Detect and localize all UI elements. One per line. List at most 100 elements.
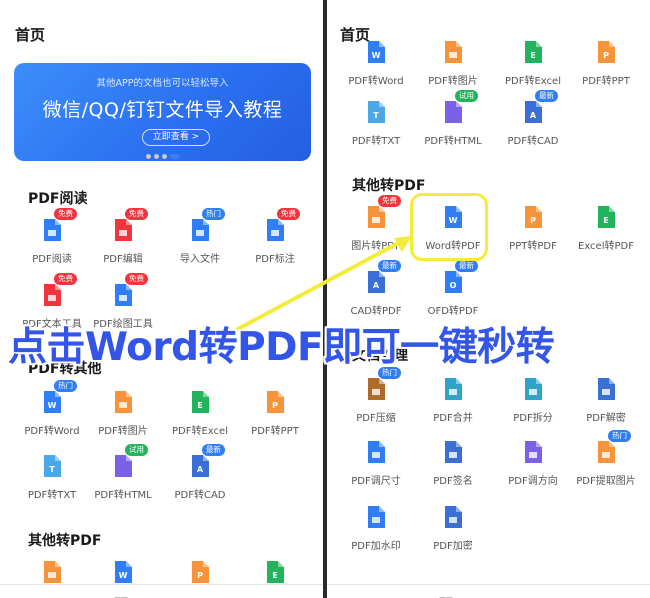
profile-nav-icon[interactable] [276, 591, 290, 598]
svg-text:W: W [48, 401, 57, 410]
edit-icon [113, 218, 133, 242]
tool-excel-pdf[interactable]: E Excel转PDF [566, 205, 646, 261]
carousel-dot [146, 154, 151, 159]
svg-text:W: W [372, 51, 381, 60]
tool-label: PDF转图片 [98, 426, 148, 437]
tool-word[interactable]: W PDF转Word [336, 40, 416, 96]
tool-label: PDF转Excel [505, 76, 561, 87]
tool-excel[interactable]: E PDF转Excel [493, 40, 573, 96]
word-to-pdf-highlight [410, 193, 488, 261]
tool-html[interactable]: 试用 PDF转HTML [83, 444, 163, 510]
tool-ppt[interactable]: P PDF转PPT [566, 40, 646, 96]
tool-badge: 免费 [125, 273, 148, 285]
tool-ppt-pdf[interactable]: P PPT转PDF [493, 205, 573, 261]
tools-nav-icon[interactable] [114, 591, 128, 598]
tool-badge: 免费 [54, 208, 77, 220]
book-icon [42, 218, 62, 242]
banner-subtitle: 其他APP的文档也可以轻松导入 [96, 78, 229, 89]
tools-nav-icon[interactable] [439, 591, 453, 598]
watermark-icon [366, 505, 386, 529]
txt-icon: T [42, 454, 62, 478]
tool-book[interactable]: 免费 PDF阅读 [12, 208, 92, 274]
extract-image-icon [596, 440, 616, 464]
tool-txt[interactable]: T PDF转TXT [336, 100, 416, 156]
import-icon [190, 218, 210, 242]
tool-edit[interactable]: 免费 PDF编辑 [83, 208, 163, 274]
tool-pin[interactable]: 免费 PDF标注 [235, 208, 315, 274]
svg-text:E: E [197, 401, 202, 410]
tool-label: PDF阅读 [32, 254, 72, 265]
svg-text:P: P [603, 51, 609, 60]
tool-label: PDF转Excel [172, 426, 228, 437]
svg-text:T: T [49, 465, 55, 474]
tool-encrypt[interactable]: PDF加密 [413, 505, 493, 561]
tool-badge: 热门 [608, 430, 631, 442]
tool-image[interactable]: PDF转图片 [413, 40, 493, 96]
svg-text:W: W [119, 571, 128, 580]
txt-icon: T [366, 100, 386, 124]
tool-badge: 免费 [125, 208, 148, 220]
svg-text:P: P [197, 571, 203, 580]
resize-icon [366, 440, 386, 464]
tool-merge[interactable]: PDF合并 [413, 377, 493, 433]
tool-html[interactable]: 试用 PDF转HTML [413, 90, 493, 156]
tool-compress[interactable]: 热门 PDF压缩 [336, 367, 416, 433]
svg-text:T: T [373, 111, 379, 120]
tool-cad[interactable]: A 最新 PDF转CAD [160, 444, 240, 510]
tool-label: PDF解密 [586, 413, 626, 424]
carousel-dot [162, 154, 167, 159]
files-nav-icon[interactable] [194, 591, 208, 598]
tool-label: PDF转HTML [94, 490, 152, 501]
tool-unlock[interactable]: PDF解密 [566, 377, 646, 433]
ppt-icon: P [190, 560, 210, 584]
import-tutorial-banner[interactable]: 其他APP的文档也可以轻松导入 微信/QQ/钉钉文件导入教程 立即查看 > [14, 63, 311, 161]
tool-label: Excel转PDF [578, 241, 634, 252]
encrypt-icon [443, 505, 463, 529]
ppt-icon: P [596, 40, 616, 64]
tool-label: PDF压缩 [356, 413, 396, 424]
view-now-button[interactable]: 立即查看 > [142, 129, 210, 146]
draw-icon [113, 283, 133, 307]
tool-label: PDF调尺寸 [351, 476, 401, 487]
tool-label: PDF转图片 [428, 76, 478, 87]
tool-extract-image[interactable]: 热门 PDF提取图片 [566, 430, 646, 496]
tool-import[interactable]: 热门 导入文件 [160, 208, 240, 274]
tool-cad[interactable]: A 最新 PDF转CAD [493, 90, 573, 156]
tool-resize[interactable]: PDF调尺寸 [336, 440, 416, 496]
tool-excel[interactable]: E PDF转Excel [160, 390, 240, 446]
image-icon [42, 560, 62, 584]
tool-label: OFD转PDF [427, 306, 479, 317]
tool-split[interactable]: PDF拆分 [493, 377, 573, 433]
banner-title: 微信/QQ/钉钉文件导入教程 [42, 99, 283, 121]
tool-label: CAD转PDF [350, 306, 402, 317]
section-title-other-to-pdf: 其他转PDF [352, 178, 426, 194]
home-nav-icon[interactable] [359, 591, 373, 598]
tool-badge: 试用 [455, 90, 478, 102]
word-icon: W [366, 40, 386, 64]
merge-icon [443, 377, 463, 401]
tool-label: PDF合并 [433, 413, 473, 424]
tool-image[interactable]: PDF转图片 [83, 390, 163, 446]
unlock-icon [596, 377, 616, 401]
home-nav-icon[interactable] [34, 591, 48, 598]
tool-label: PDF转CAD [174, 490, 226, 501]
tool----pdf[interactable]: 免费 图片转PDF [336, 195, 416, 261]
profile-nav-icon[interactable] [599, 591, 613, 598]
tool-label: PDF转TXT [351, 136, 401, 147]
tool-sign[interactable]: PDF签名 [413, 440, 493, 496]
tool-label: PDF标注 [255, 254, 295, 265]
files-nav-icon[interactable] [519, 591, 533, 598]
svg-text:A: A [373, 281, 380, 290]
tool-word[interactable]: W 热门 PDF转Word [12, 380, 92, 446]
instruction-caption: 点击Word转PDF即可一键秒转 [8, 325, 555, 370]
compress-icon [366, 377, 386, 401]
tool-watermark[interactable]: PDF加水印 [336, 505, 416, 561]
svg-text:P: P [530, 216, 536, 225]
tool-ppt[interactable]: P PDF转PPT [235, 390, 315, 446]
tool-txt[interactable]: T PDF转TXT [12, 454, 92, 510]
tool-rotate[interactable]: PDF调方向 [493, 440, 573, 496]
right-phone-screen: 首页 其他转PDF 文档处理 W PDF转Word PDF转图片 E PDF转Excel… [327, 0, 650, 598]
tool-label: PDF加水印 [351, 541, 401, 552]
bottom-nav [327, 584, 650, 598]
tool-label: PDF转Word [24, 426, 80, 437]
